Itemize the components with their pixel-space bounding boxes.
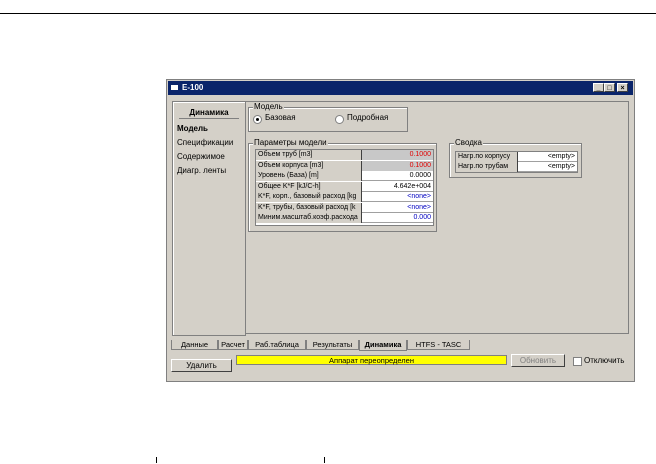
tab-6[interactable]: HTFS - TASC bbox=[407, 340, 470, 350]
close-button[interactable]: × bbox=[617, 83, 628, 92]
disable-checkbox-label: Отключить bbox=[584, 356, 625, 365]
tab-2[interactable]: Расчет bbox=[218, 340, 248, 350]
nav-item-specifications[interactable]: Спецификации bbox=[177, 138, 233, 147]
tab-1[interactable]: Данные bbox=[171, 340, 218, 350]
tab-strip: Данные Расчет Раб.таблица Результаты Динамик… bbox=[171, 340, 631, 352]
navigator-header: Динамика bbox=[179, 108, 239, 119]
maximize-button[interactable]: □ bbox=[604, 83, 615, 92]
update-button[interactable]: Обновить bbox=[511, 354, 565, 367]
tab-5[interactable]: Динамика bbox=[359, 340, 407, 351]
window-title: E-100 bbox=[182, 83, 204, 92]
status-bar: Аппарат переопределен bbox=[236, 355, 507, 365]
content-frame bbox=[245, 101, 629, 334]
nav-item-model[interactable]: Модель bbox=[177, 124, 208, 133]
title-bar[interactable]: E-100 _ □ × bbox=[168, 81, 633, 95]
exchanger-window: E-100 _ □ × Динамика Модель Спецификации… bbox=[166, 79, 635, 382]
page-navigator: Динамика Модель Спецификации Содержимое … bbox=[172, 101, 246, 336]
nav-item-holdup[interactable]: Содержимое bbox=[177, 152, 225, 161]
window-icon bbox=[171, 85, 178, 90]
tab-4[interactable]: Результаты bbox=[306, 340, 359, 350]
delete-button[interactable]: Удалить bbox=[171, 359, 232, 372]
tab-3[interactable]: Раб.таблица bbox=[248, 340, 306, 350]
disable-checkbox[interactable] bbox=[573, 357, 582, 366]
minimize-button[interactable]: _ bbox=[593, 83, 604, 92]
top-rule bbox=[0, 13, 656, 14]
nav-item-strip-charts[interactable]: Диагр. ленты bbox=[177, 166, 226, 175]
tick-mark bbox=[156, 457, 157, 463]
tick-mark bbox=[324, 457, 325, 463]
